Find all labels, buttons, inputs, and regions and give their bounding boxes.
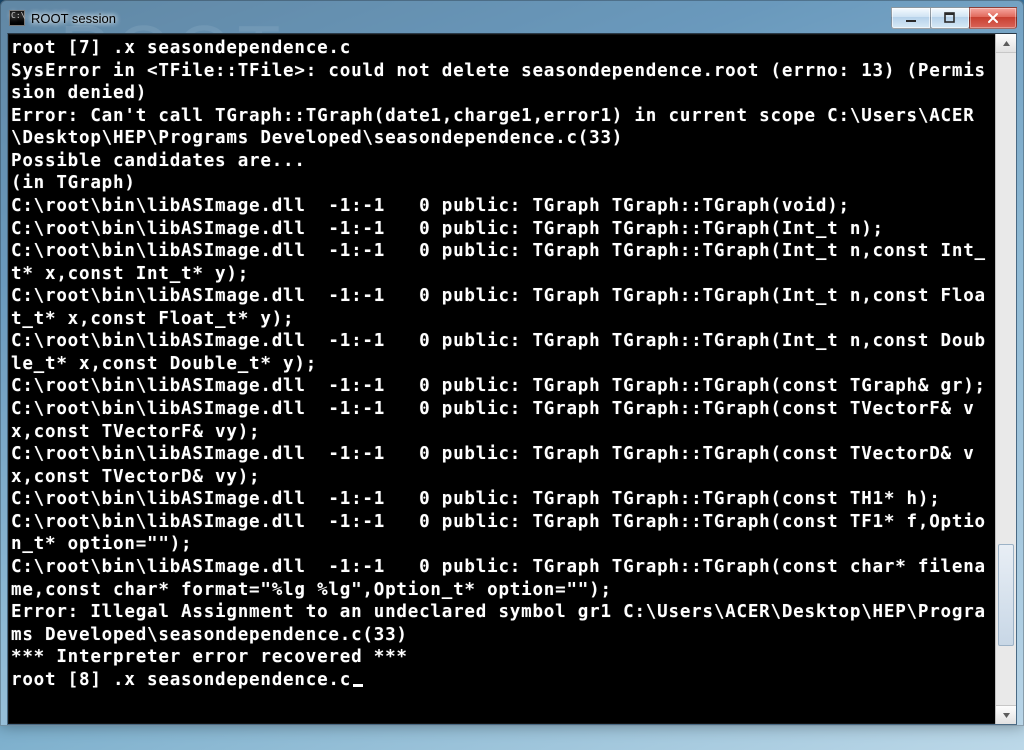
close-icon: [987, 12, 999, 24]
maximize-button[interactable]: [930, 7, 970, 29]
console-icon: [9, 10, 25, 26]
client-area: root [7] .x seasondependence.c SysError …: [7, 33, 1017, 725]
maximize-icon: [944, 12, 956, 24]
minimize-icon: [905, 12, 917, 24]
title-bar[interactable]: ROOT session: [7, 7, 1017, 33]
close-button[interactable]: [969, 7, 1017, 29]
scroll-down-button[interactable]: [996, 705, 1016, 724]
console-output[interactable]: root [7] .x seasondependence.c SysError …: [8, 34, 996, 724]
window-controls: [892, 7, 1017, 29]
chevron-up-icon: [1002, 39, 1011, 48]
scroll-thumb[interactable]: [998, 544, 1014, 646]
vertical-scrollbar[interactable]: [995, 34, 1016, 724]
app-window: ROOT session root [7] .x seasondependenc…: [0, 0, 1024, 726]
text-cursor: [353, 684, 363, 687]
scroll-up-button[interactable]: [996, 34, 1016, 53]
chevron-down-icon: [1002, 711, 1011, 720]
window-title: ROOT session: [31, 11, 116, 26]
minimize-button[interactable]: [891, 7, 931, 29]
